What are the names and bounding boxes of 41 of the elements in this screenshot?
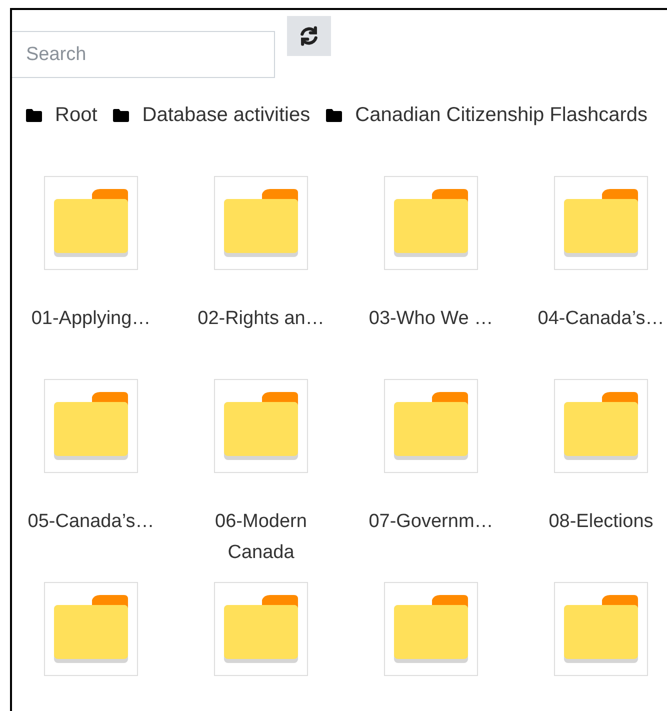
folder-icon bbox=[54, 595, 128, 663]
refresh-button[interactable] bbox=[287, 16, 331, 56]
folder-name[interactable]: 06-Modern Canada bbox=[186, 506, 336, 568]
folder-icon bbox=[224, 392, 298, 460]
folder-name[interactable]: 02-Rights an… bbox=[186, 303, 336, 365]
folder-icon bbox=[224, 189, 298, 257]
folder-tile[interactable] bbox=[44, 582, 138, 676]
folder-name[interactable]: 05-Canada’s… bbox=[16, 506, 166, 568]
folder-tile[interactable] bbox=[554, 582, 648, 676]
folder-tile[interactable] bbox=[384, 582, 478, 676]
refresh-icon bbox=[298, 25, 320, 47]
folder-tile[interactable] bbox=[554, 379, 648, 473]
folder-icon bbox=[394, 392, 468, 460]
folder-name[interactable]: 04-Canada’s… bbox=[526, 303, 667, 365]
folder-icon bbox=[54, 392, 128, 460]
search-field[interactable]: Search bbox=[12, 31, 275, 78]
folder-tile[interactable] bbox=[44, 379, 138, 473]
breadcrumb-link[interactable]: Canadian Citizenship Flashcards bbox=[355, 104, 648, 126]
folder-tile[interactable] bbox=[554, 176, 648, 270]
folder-tile[interactable] bbox=[384, 379, 478, 473]
folder-icon bbox=[564, 595, 638, 663]
folder-tile[interactable] bbox=[44, 176, 138, 270]
folder-icon bbox=[54, 189, 128, 257]
folder-name[interactable]: 01-Applying… bbox=[16, 303, 166, 365]
breadcrumb-link[interactable]: Root bbox=[55, 104, 98, 126]
folder-icon bbox=[564, 392, 638, 460]
folder-tile[interactable] bbox=[384, 176, 478, 270]
folder-icon bbox=[26, 108, 42, 122]
folder-name[interactable]: 08-Elections bbox=[526, 506, 667, 568]
folder-name[interactable]: 07-Governm… bbox=[356, 506, 506, 568]
folder-icon bbox=[394, 595, 468, 663]
folder-icon bbox=[326, 108, 342, 122]
folder-name[interactable]: 03-Who We … bbox=[356, 303, 506, 365]
folder-tile[interactable] bbox=[214, 379, 308, 473]
folder-icon bbox=[564, 189, 638, 257]
folder-icon bbox=[394, 189, 468, 257]
breadcrumb-link[interactable]: Database activities bbox=[142, 104, 310, 126]
folder-icon bbox=[113, 108, 130, 122]
folder-tile[interactable] bbox=[214, 582, 308, 676]
folder-tile[interactable] bbox=[214, 176, 308, 270]
folder-icon bbox=[224, 595, 298, 663]
